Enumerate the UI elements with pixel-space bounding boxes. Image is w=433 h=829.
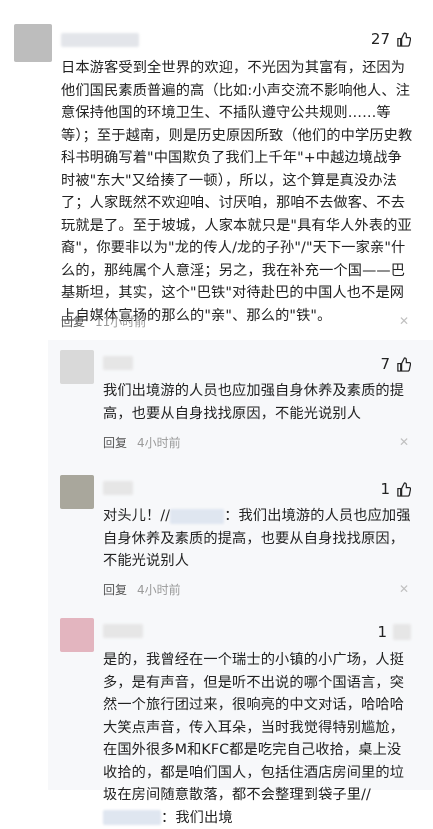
comment-text: 我们出境游的人员也应加强自身休养及素质的提高，也要从自身找找原因，不能光说别人	[103, 383, 405, 422]
avatar[interactable]	[60, 618, 94, 652]
username[interactable]	[103, 481, 133, 495]
mention-link[interactable]	[170, 508, 225, 524]
timestamp: 11小时前	[95, 315, 147, 329]
avatar[interactable]	[60, 350, 94, 384]
like-button[interactable]: 27	[371, 30, 411, 48]
like-count: 1	[380, 480, 390, 498]
close-icon[interactable]: ✕	[399, 314, 409, 328]
mention-link[interactable]	[103, 810, 161, 825]
comment-meta: 回复 11小时前	[61, 313, 146, 330]
like-button[interactable]: 7	[380, 355, 411, 373]
thumbs-up-icon	[397, 481, 411, 497]
reply-button[interactable]: 回复	[103, 581, 127, 598]
reply-button[interactable]: 回复	[103, 434, 127, 451]
avatar[interactable]	[60, 475, 94, 509]
like-count: 7	[380, 355, 390, 373]
thumbs-up-icon	[393, 624, 411, 640]
like-button[interactable]: 1	[380, 480, 411, 498]
comment-meta: 回复 4小时前	[103, 434, 181, 451]
comment-text: 是的，我曾经在一个瑞士的小镇的小广场，人挺多，是有声音，但是听不出说的哪个国语言…	[103, 649, 415, 829]
thumbs-up-icon	[397, 31, 411, 47]
like-button[interactable]: 1	[377, 623, 411, 641]
avatar[interactable]	[14, 24, 52, 62]
comment-text-body: 是的，我曾经在一个瑞士的小镇的小广场，人挺多，是有声音，但是听不出说的哪个国语言…	[103, 652, 405, 803]
username[interactable]	[103, 356, 133, 370]
comment-meta: 回复 4小时前	[103, 581, 181, 598]
like-count: 27	[370, 30, 390, 48]
timestamp: 4小时前	[137, 583, 181, 597]
close-icon[interactable]: ✕	[399, 582, 409, 596]
comment-text-prefix: 对头儿！//	[103, 508, 171, 524]
comment-text: 日本游客受到全世界的欢迎，不光因为其富有，还因为他们国民素质普遍的高（比如:小声…	[61, 60, 413, 324]
username[interactable]	[103, 624, 143, 638]
comment-text-suffix: ：我们出境	[161, 809, 233, 826]
thumbs-up-icon	[397, 356, 411, 372]
username[interactable]	[61, 33, 139, 47]
timestamp: 4小时前	[137, 436, 181, 450]
comment-text: 对头儿！//：我们出境游的人员也应加强自身休养及素质的提高，也要从自身找找原因，…	[103, 505, 415, 573]
like-count: 1	[377, 623, 387, 641]
close-icon[interactable]: ✕	[399, 435, 409, 449]
reply-button[interactable]: 回复	[61, 313, 85, 330]
